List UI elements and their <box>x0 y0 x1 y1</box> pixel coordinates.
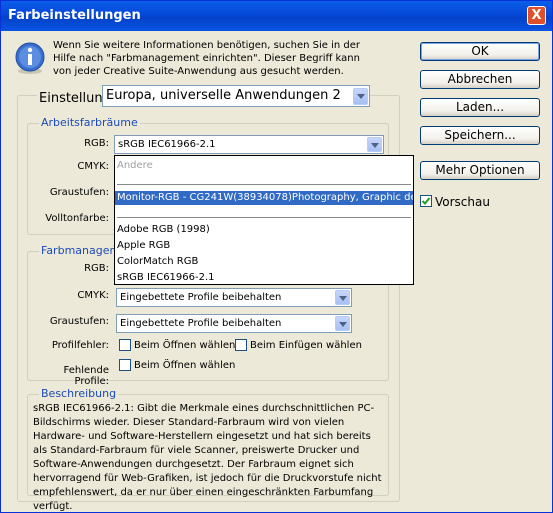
policy-gray-select[interactable]: Eingebettete Profile beibehalten <box>116 314 352 333</box>
spot-label: Volltonfarbe: <box>45 213 109 224</box>
dropdown-item-other: Andere <box>117 160 153 171</box>
dialog-window: Farbeinstellungen X Wenn Sie weitere Inf… <box>0 0 553 513</box>
load-button[interactable]: Laden... <box>420 98 540 117</box>
dropdown-separator <box>117 184 411 185</box>
rgb-dropdown-list: Andere Monitor-RGB - CG241W(38934078)Pho… <box>114 155 414 285</box>
chevron-down-icon[interactable] <box>367 137 382 152</box>
missing-open-label: Beim Öffnen wählen <box>134 360 236 371</box>
policy-gray-value: Eingebettete Profile beibehalten <box>120 318 282 329</box>
close-button[interactable]: X <box>527 6 546 25</box>
mismatch-label: Profilfehler: <box>51 340 109 351</box>
policy-rgb-label: RGB: <box>84 263 109 274</box>
policy-cmyk-label: CMYK: <box>77 290 109 301</box>
close-icon: X <box>531 8 542 23</box>
rgb-workspace-select[interactable]: sRGB IEC61966-2.1 <box>114 135 384 154</box>
workspaces-group-label: Arbeitsfarbräume <box>39 116 140 129</box>
window-title: Farbeinstellungen <box>8 8 141 23</box>
description-group-label: Beschreibung <box>39 387 119 400</box>
title-bar[interactable]: Farbeinstellungen X <box>1 1 552 31</box>
gray-label: Graustufen: <box>49 187 109 198</box>
checkmark-icon <box>421 197 431 205</box>
more-options-button[interactable]: Mehr Optionen <box>420 161 540 180</box>
policy-cmyk-select[interactable]: Eingebettete Profile beibehalten <box>116 288 352 307</box>
rgb-workspace-value: sRGB IEC61966-2.1 <box>118 139 216 150</box>
dropdown-item-colormatch-rgb[interactable]: ColorMatch RGB <box>115 255 413 269</box>
cmyk-label: CMYK: <box>77 161 109 172</box>
chevron-down-icon[interactable] <box>353 88 368 105</box>
preview-label: Vorschau <box>435 195 490 209</box>
missing-label: Fehlende Profile: <box>63 365 109 387</box>
missing-open-checkbox[interactable] <box>119 359 131 371</box>
rgb-label: RGB: <box>84 138 109 149</box>
policy-cmyk-value: Eingebettete Profile beibehalten <box>120 292 282 303</box>
color-management-group-label: Farbmanagement-Richtlinien <box>39 244 118 257</box>
save-button[interactable]: Speichern... <box>420 126 540 145</box>
dropdown-item-srgb[interactable]: sRGB IEC61966-2.1 <box>115 271 413 285</box>
description-text: sRGB IEC61966-2.1: Gibt die Merkmale ein… <box>33 403 382 512</box>
dropdown-item-monitor-rgb[interactable]: Monitor-RGB - CG241W(38934078)Photograph… <box>115 191 413 205</box>
mismatch-open-label: Beim Öffnen wählen <box>134 340 236 351</box>
cancel-button[interactable]: Abbrechen <box>420 70 540 89</box>
settings-value: Europa, universelle Anwendungen 2 <box>106 88 341 103</box>
dropdown-separator <box>117 217 411 218</box>
ok-button[interactable]: OK <box>420 42 540 61</box>
policy-gray-label: Graustufen: <box>49 316 109 327</box>
info-icon <box>15 42 45 74</box>
dropdown-item-apple-rgb[interactable]: Apple RGB <box>115 239 413 253</box>
mismatch-paste-checkbox[interactable] <box>235 339 247 351</box>
mismatch-paste-label: Beim Einfügen wählen <box>250 340 362 351</box>
preview-checkbox[interactable] <box>420 195 432 207</box>
settings-select[interactable]: Europa, universelle Anwendungen 2 <box>102 85 370 107</box>
chevron-down-icon[interactable] <box>335 316 350 331</box>
info-text: Wenn Sie weitere Informationen benötigen… <box>53 40 360 77</box>
mismatch-open-checkbox[interactable] <box>119 339 131 351</box>
chevron-down-icon[interactable] <box>335 290 350 305</box>
dropdown-item-adobe-rgb[interactable]: Adobe RGB (1998) <box>115 223 413 237</box>
